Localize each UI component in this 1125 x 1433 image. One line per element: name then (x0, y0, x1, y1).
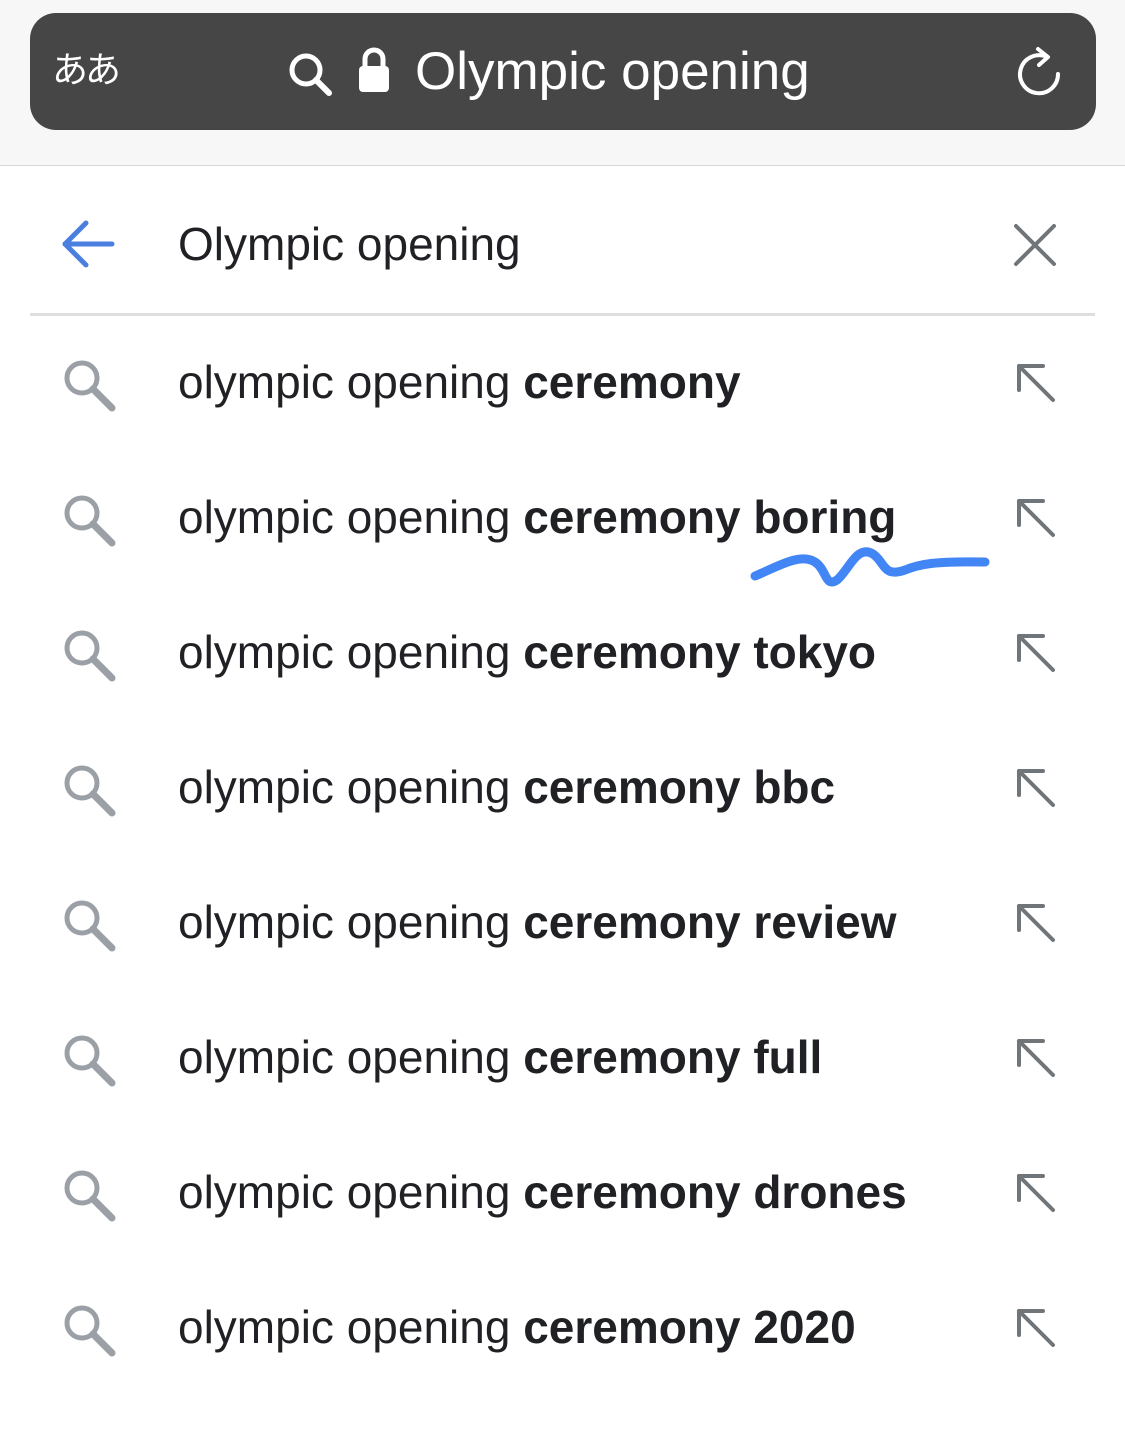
arrow-up-left-icon[interactable] (1013, 1305, 1059, 1351)
suggestion-prefix: olympic opening (178, 1031, 524, 1083)
arrow-up-left-icon[interactable] (1013, 495, 1059, 541)
suggestion-item[interactable]: olympic opening ceremony bbc (0, 721, 1125, 856)
arrow-left-icon[interactable] (60, 219, 116, 269)
arrow-up-left-icon[interactable] (1013, 630, 1059, 676)
suggestion-prefix: olympic opening (178, 761, 524, 813)
search-icon (64, 495, 116, 547)
text-size-button[interactable]: ああ (52, 47, 121, 95)
suggestion-item[interactable]: olympic opening ceremony full (0, 991, 1125, 1126)
suggestion-prefix: olympic opening (178, 356, 524, 408)
search-icon (64, 1035, 116, 1087)
suggestion-completion: ceremony drones (523, 1166, 907, 1218)
arrow-up-left-icon[interactable] (1013, 1170, 1059, 1216)
suggestion-completion: ceremony review (523, 896, 897, 948)
suggestion-item[interactable]: olympic opening ceremony drones (0, 1126, 1125, 1261)
url-text[interactable]: Olympic opening (415, 40, 810, 104)
suggestion-completion: ceremony tokyo (523, 626, 876, 678)
arrow-up-left-icon[interactable] (1013, 1035, 1059, 1081)
suggestion-prefix: olympic opening (178, 896, 524, 948)
reload-icon[interactable] (1014, 46, 1064, 98)
suggestion-item[interactable]: olympic opening ceremony (0, 316, 1125, 451)
suggestion-completion: ceremony bbc (523, 761, 836, 813)
suggestion-text: olympic opening ceremony (178, 354, 741, 410)
suggestion-prefix: olympic opening (178, 1301, 524, 1353)
search-icon (64, 1170, 116, 1222)
suggestion-prefix: olympic opening (178, 491, 524, 543)
suggestion-item[interactable]: olympic opening ceremony 2020 (0, 1261, 1125, 1396)
suggestion-text: olympic opening ceremony review (178, 894, 897, 950)
arrow-up-left-icon[interactable] (1013, 900, 1059, 946)
suggestion-text: olympic opening ceremony drones (178, 1164, 907, 1220)
suggestion-text: olympic opening ceremony boring (178, 489, 896, 545)
search-icon (64, 630, 116, 682)
search-icon (289, 53, 332, 96)
lock-icon (359, 47, 389, 92)
suggestion-completion: ceremony 2020 (523, 1301, 856, 1353)
browser-toolbar: ああ Olympic opening (0, 0, 1125, 166)
close-icon[interactable] (1013, 223, 1057, 267)
suggestion-completion: ceremony (523, 356, 741, 408)
search-box: Olympic opening (30, 166, 1095, 316)
suggestion-text: olympic opening ceremony 2020 (178, 1299, 856, 1355)
search-icon (64, 900, 116, 952)
suggestion-prefix: olympic opening (178, 626, 524, 678)
suggestion-text: olympic opening ceremony tokyo (178, 624, 876, 680)
suggestion-text: olympic opening ceremony full (178, 1029, 822, 1085)
arrow-up-left-icon[interactable] (1013, 360, 1059, 406)
handwritten-underline (750, 547, 990, 587)
suggestion-completion: ceremony boring (523, 491, 897, 543)
suggestion-prefix: olympic opening (178, 1166, 524, 1218)
search-icon (64, 1305, 116, 1357)
address-bar[interactable]: ああ Olympic opening (30, 13, 1096, 130)
suggestion-item[interactable]: olympic opening ceremony review (0, 856, 1125, 991)
arrow-up-left-icon[interactable] (1013, 765, 1059, 811)
suggestion-list: olympic opening ceremony olympic opening… (0, 316, 1125, 1396)
search-icon (64, 765, 116, 817)
suggestion-text: olympic opening ceremony bbc (178, 759, 835, 815)
search-input[interactable]: Olympic opening (178, 216, 521, 272)
suggestion-completion: ceremony full (523, 1031, 823, 1083)
search-icon (64, 360, 116, 412)
suggestion-item[interactable]: olympic opening ceremony tokyo (0, 586, 1125, 721)
